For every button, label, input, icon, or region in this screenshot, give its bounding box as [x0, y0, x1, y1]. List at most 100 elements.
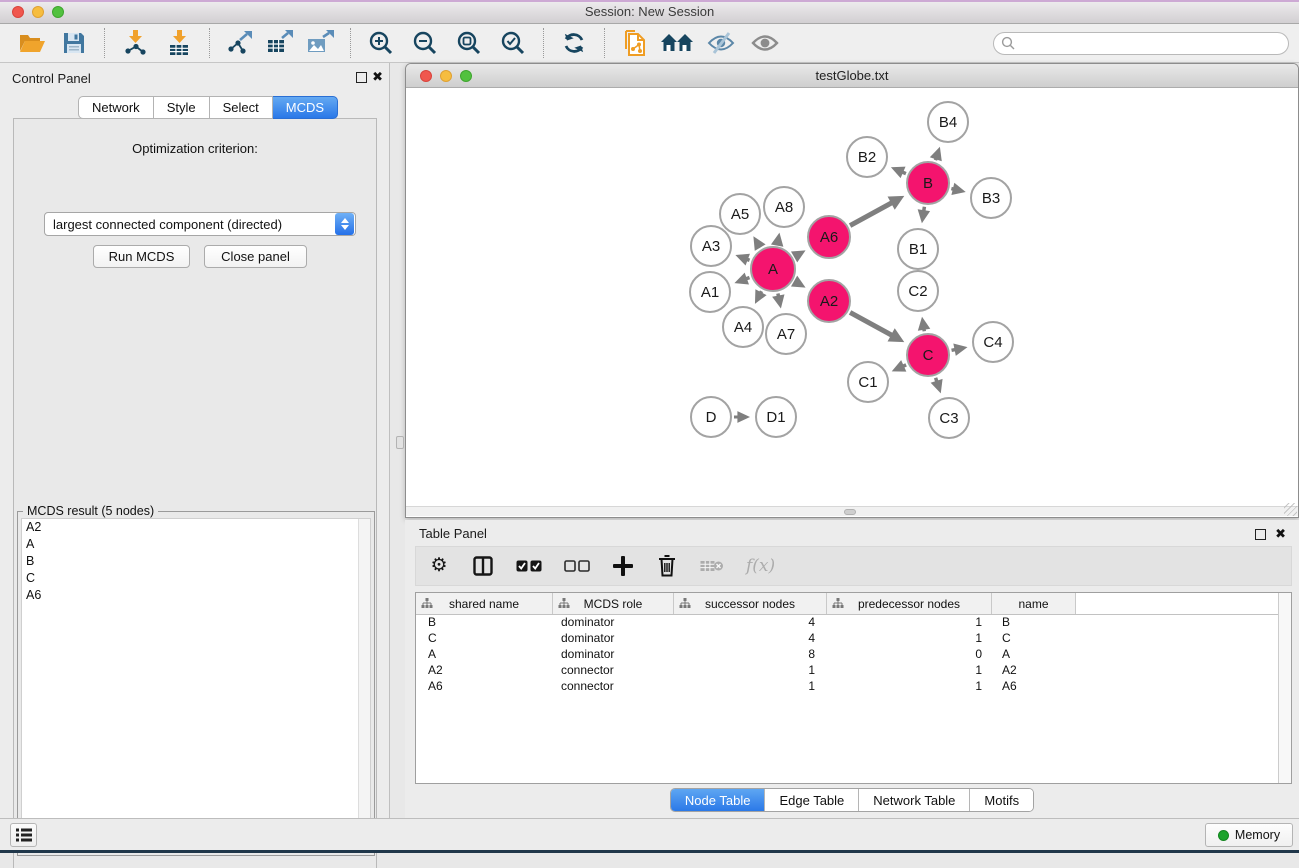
- table-row[interactable]: A6connector11A6: [416, 679, 1291, 695]
- node-label: A3: [702, 238, 720, 255]
- node-label: B3: [982, 190, 1000, 207]
- column-view-icon[interactable]: [472, 553, 494, 579]
- fx-label: f(x): [746, 556, 775, 576]
- table-cell[interactable]: 1: [827, 631, 992, 647]
- table-cell[interactable]: C: [416, 631, 553, 647]
- tab-node-table[interactable]: Node Table: [671, 789, 765, 811]
- export-image-icon[interactable]: [304, 27, 336, 59]
- tab-select[interactable]: Select: [210, 96, 273, 119]
- close-panel-button[interactable]: Close panel: [204, 245, 307, 268]
- close-table-panel-icon[interactable]: ✖: [1275, 526, 1286, 542]
- column-header-label: name: [1018, 597, 1048, 611]
- refresh-icon[interactable]: [558, 27, 590, 59]
- hide-eye-icon[interactable]: [705, 27, 737, 59]
- import-network-icon[interactable]: [119, 27, 151, 59]
- table-vscrollbar[interactable]: [1278, 593, 1291, 783]
- open-session-icon[interactable]: [16, 27, 48, 59]
- result-item[interactable]: B: [22, 553, 370, 570]
- network-from-file-icon[interactable]: [619, 27, 651, 59]
- graph-edge[interactable]: [850, 202, 893, 225]
- table-cell[interactable]: B: [992, 615, 1076, 631]
- home-icon[interactable]: [661, 27, 693, 59]
- tab-motifs[interactable]: Motifs: [969, 789, 1033, 811]
- table-cell[interactable]: A: [992, 647, 1076, 663]
- zoom-fit-icon[interactable]: [453, 27, 485, 59]
- node-table[interactable]: shared nameMCDS rolesuccessor nodesprede…: [415, 592, 1292, 784]
- graph-edge[interactable]: [850, 312, 893, 335]
- result-item[interactable]: A6: [22, 587, 370, 604]
- node-label: C4: [983, 334, 1002, 351]
- network-window-titlebar[interactable]: testGlobe.txt: [406, 64, 1298, 88]
- table-cell[interactable]: 1: [674, 679, 827, 695]
- close-panel-icon[interactable]: ✖: [372, 69, 383, 85]
- hscroll-thumb[interactable]: [844, 509, 856, 515]
- tab-style[interactable]: Style: [154, 96, 210, 119]
- zoom-selected-icon[interactable]: [497, 27, 529, 59]
- column-header[interactable]: predecessor nodes: [827, 593, 992, 614]
- table-row[interactable]: Bdominator41B: [416, 615, 1291, 631]
- tab-network[interactable]: Network: [78, 96, 154, 119]
- import-table-icon[interactable]: [163, 27, 195, 59]
- network-vscroll-thumb[interactable]: [396, 436, 404, 449]
- result-scrollbar[interactable]: [358, 519, 370, 851]
- deselect-all-columns-icon[interactable]: [564, 553, 590, 579]
- memory-button[interactable]: Memory: [1205, 823, 1293, 847]
- table-cell[interactable]: 4: [674, 631, 827, 647]
- table-row[interactable]: A2connector11A2: [416, 663, 1291, 679]
- table-cell[interactable]: dominator: [553, 647, 674, 663]
- table-settings-icon[interactable]: ⚙: [428, 553, 450, 579]
- table-cell[interactable]: 4: [674, 615, 827, 631]
- table-cell[interactable]: 1: [827, 679, 992, 695]
- table-cell[interactable]: A6: [416, 679, 553, 695]
- table-cell[interactable]: A: [416, 647, 553, 663]
- export-network-icon[interactable]: [224, 27, 256, 59]
- tab-edge-table[interactable]: Edge Table: [764, 789, 858, 811]
- table-cell[interactable]: dominator: [553, 631, 674, 647]
- search-input[interactable]: [1015, 34, 1288, 52]
- task-history-button[interactable]: [10, 823, 37, 847]
- network-hscrollbar[interactable]: [406, 506, 1298, 516]
- table-cell[interactable]: 1: [674, 663, 827, 679]
- result-item[interactable]: A: [22, 536, 370, 553]
- table-cell[interactable]: A2: [992, 663, 1076, 679]
- resize-grip[interactable]: [1284, 503, 1297, 516]
- table-row[interactable]: Cdominator41C: [416, 631, 1291, 647]
- table-cell[interactable]: 8: [674, 647, 827, 663]
- column-header[interactable]: shared name: [416, 593, 553, 614]
- mcds-result-list[interactable]: A2ABCA6: [21, 518, 371, 852]
- column-header[interactable]: MCDS role: [553, 593, 674, 614]
- zoom-in-icon[interactable]: [365, 27, 397, 59]
- result-item[interactable]: C: [22, 570, 370, 587]
- zoom-out-icon[interactable]: [409, 27, 441, 59]
- network-canvas[interactable]: AA1A2A3A4A5A6A7A8BB1B2B3B4CC1C2C3C4DD1: [406, 88, 1298, 506]
- delete-row-icon[interactable]: [656, 553, 678, 579]
- table-cell[interactable]: 1: [827, 663, 992, 679]
- add-row-icon[interactable]: [612, 553, 634, 579]
- column-header[interactable]: name: [992, 593, 1076, 614]
- edge-arrowhead: [772, 294, 784, 308]
- table-cell[interactable]: C: [992, 631, 1076, 647]
- table-cell[interactable]: 0: [827, 647, 992, 663]
- run-mcds-button[interactable]: Run MCDS: [93, 245, 190, 268]
- table-cell[interactable]: connector: [553, 679, 674, 695]
- table-cell[interactable]: 1: [827, 615, 992, 631]
- result-item[interactable]: A2: [22, 519, 370, 536]
- tab-network-table[interactable]: Network Table: [858, 789, 969, 811]
- table-cell[interactable]: A2: [416, 663, 553, 679]
- table-cell[interactable]: A6: [992, 679, 1076, 695]
- tab-mcds[interactable]: MCDS: [273, 96, 338, 119]
- table-row[interactable]: Adominator80A: [416, 647, 1291, 663]
- select-all-columns-icon[interactable]: [516, 553, 542, 579]
- table-cell[interactable]: connector: [553, 663, 674, 679]
- table-body: Bdominator41BCdominator41CAdominator80AA…: [416, 615, 1291, 695]
- optimization-dropdown[interactable]: largest connected component (directed): [44, 212, 356, 236]
- float-table-panel-icon[interactable]: [1255, 529, 1266, 540]
- search-box[interactable]: [993, 32, 1289, 55]
- column-header[interactable]: successor nodes: [674, 593, 827, 614]
- save-session-icon[interactable]: [58, 27, 90, 59]
- table-cell[interactable]: dominator: [553, 615, 674, 631]
- float-panel-icon[interactable]: [356, 72, 367, 83]
- export-table-icon[interactable]: [264, 27, 296, 59]
- table-cell[interactable]: B: [416, 615, 553, 631]
- show-eye-icon[interactable]: [749, 27, 781, 59]
